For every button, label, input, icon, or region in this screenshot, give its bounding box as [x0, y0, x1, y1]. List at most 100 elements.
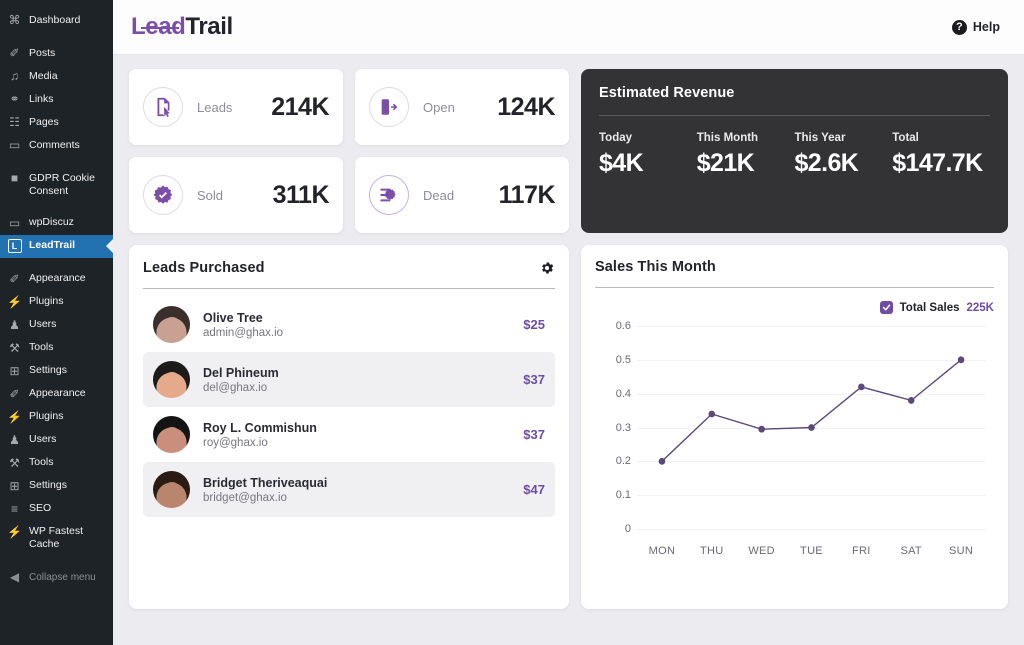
sidebar-item-users[interactable]: ♟ Users: [0, 314, 113, 337]
total-sales-checkbox[interactable]: [879, 301, 893, 314]
y-axis-tick-label: 0.4: [615, 387, 631, 400]
y-axis-tick-label: 0.2: [615, 455, 631, 468]
revenue-metrics: Today $4K This Month $21K This Year $2.6K Tota…: [599, 132, 990, 178]
sidebar-item-leadtrail[interactable]: L LeadTrail: [0, 234, 113, 258]
sidebar-item-comments[interactable]: ▭ Comments: [0, 134, 113, 157]
avatar: [153, 361, 190, 398]
y-axis-tick-label: 0.1: [615, 489, 631, 502]
lead-info: Del Phineum del@ghax.io: [203, 366, 279, 394]
lead-price: $37: [523, 427, 545, 442]
sidebar-item-settings[interactable]: ⊞ Settings: [0, 475, 113, 498]
sidebar-item-appearance[interactable]: ✐ Appearance: [0, 383, 113, 406]
avatar: [153, 306, 190, 343]
sales-line-chart[interactable]: 0.6 0.5 0.4 0.3 0.2 0.1 0 MON THU WED TUE FRI SAT SUN: [595, 320, 994, 570]
sidebar-item-links[interactable]: ⚭ Links: [0, 88, 113, 111]
stat-card-sold[interactable]: Sold 311K: [129, 157, 343, 233]
legend-value: 225K: [966, 301, 995, 314]
sidebar-item-dashboard[interactable]: ⌘ Dashboard: [0, 9, 113, 32]
lead-name: Bridget Theriveaquai: [203, 475, 328, 490]
lead-row[interactable]: Roy L. Commishun roy@ghax.io $37: [143, 407, 555, 462]
sidebar-item-label: Pages: [29, 115, 59, 128]
lead-email: del@ghax.io: [203, 381, 268, 394]
sidebar-item-media[interactable]: ♫ Media: [0, 65, 113, 88]
chart-plot-area: 0.6 0.5 0.4 0.3 0.2 0.1 0 MON THU WED TUE FRI SAT SUN: [616, 320, 986, 557]
lead-row[interactable]: Olive Tree admin@ghax.io $25: [143, 297, 555, 352]
wordpress-admin-sidebar[interactable]: ⌘ Dashboard ✐ Posts ♫ Media ⚭ Links ☷ Pages ▭ Comme…: [0, 0, 113, 645]
help-button[interactable]: ? Help: [951, 19, 1000, 35]
lead-info: Olive Tree admin@ghax.io: [203, 311, 283, 339]
sales-this-month-title: Sales This Month: [595, 259, 716, 275]
sidebar-item-wpdiscuz[interactable]: ▭ wpDiscuz: [0, 212, 113, 235]
data-point[interactable]: [858, 383, 865, 391]
sidebar-item-tools[interactable]: ⚒ Tools: [0, 452, 113, 475]
divider: [595, 287, 994, 288]
sidebar-item-label: Posts: [29, 46, 56, 59]
data-point[interactable]: [708, 410, 716, 418]
sidebar-item-plugins[interactable]: ⚡ Plugins: [0, 406, 113, 429]
sidebar-item-posts[interactable]: ✐ Posts: [0, 42, 113, 65]
sidebar-item-label: WP Fastest Cache: [29, 525, 84, 550]
tools-icon: ⚒: [9, 340, 20, 355]
sidebar-item-label: Comments: [29, 138, 80, 151]
sidebar-item-label: Media: [29, 69, 58, 82]
brush-icon: ✐: [9, 386, 20, 401]
lead-name: Roy L. Commishun: [203, 420, 317, 435]
stat-label: Dead: [423, 187, 455, 203]
x-axis-tick-label: TUE: [800, 545, 823, 557]
stat-value: 311K: [272, 180, 330, 209]
collapse-menu-button[interactable]: ◀ Collapse menu: [0, 566, 113, 589]
sidebar-item-wp-fastest-cache[interactable]: ⚡ WP Fastest Cache: [0, 521, 113, 556]
data-point[interactable]: [957, 356, 965, 364]
data-point[interactable]: [658, 457, 666, 465]
document-cursor-icon: [143, 87, 183, 127]
data-point[interactable]: [808, 424, 815, 431]
sidebar-item-pages[interactable]: ☷ Pages: [0, 111, 113, 134]
lead-email: roy@ghax.io: [203, 436, 268, 449]
sidebar-item-label: Dashboard: [29, 13, 81, 26]
media-icon: ♫: [10, 69, 19, 83]
settings-icon: ⊞: [9, 363, 20, 378]
y-axis-tick-label: 0.6: [615, 320, 631, 332]
list-remove-icon: [369, 175, 409, 215]
sidebar-item-plugins[interactable]: ⚡ Plugins: [0, 291, 113, 314]
stat-label: Sold: [197, 187, 224, 203]
lead-row[interactable]: Del Phineum del@ghax.io $37: [143, 352, 555, 407]
data-point[interactable]: [907, 397, 915, 404]
lead-row[interactable]: Bridget Theriveaquai bridget@ghax.io $47: [143, 462, 555, 517]
gear-icon[interactable]: [538, 259, 555, 276]
sidebar-item-tools[interactable]: ⚒ Tools: [0, 337, 113, 360]
help-label: Help: [972, 20, 1000, 34]
lock-icon: ■: [10, 171, 19, 185]
revenue-metric: This Year $2.6K: [795, 132, 893, 178]
brush-icon: ✐: [9, 271, 20, 286]
stat-card-leads[interactable]: Leads 214K: [129, 69, 343, 145]
sidebar-item-label: Plugins: [29, 410, 64, 422]
lead-name: Olive Tree: [203, 310, 263, 325]
stat-label: Leads: [197, 99, 233, 115]
stat-card-open[interactable]: Open 124K: [355, 69, 569, 145]
sidebar-item-appearance[interactable]: ✐ Appearance: [0, 268, 113, 291]
data-point[interactable]: [758, 425, 765, 433]
plug-icon: ⚡: [7, 409, 22, 424]
lead-email: bridget@ghax.io: [203, 491, 287, 504]
comment-icon: ▭: [8, 215, 21, 230]
stat-card-dead[interactable]: Dead 117K: [355, 157, 569, 233]
stat-value: 214K: [271, 92, 329, 121]
gridline: [637, 529, 986, 530]
app-root: ⌘ Dashboard ✐ Posts ♫ Media ⚭ Links ☷ Pages ▭ Comme…: [0, 0, 1024, 645]
sidebar-item-gdpr-cookie-consent[interactable]: ■ GDPR Cookie Consent: [0, 167, 113, 202]
revenue-metric-value: $4K: [599, 149, 644, 177]
sidebar-item-settings[interactable]: ⊞ Settings: [0, 360, 113, 383]
seo-icon: ≡: [10, 501, 18, 516]
open-door-icon: [369, 87, 409, 127]
x-axis-tick-label: FRI: [852, 545, 871, 557]
stat-card-grid: Leads 214K Open 124K Sold 311K Dead 117K: [129, 69, 569, 233]
y-axis-tick-label: 0.5: [615, 353, 631, 366]
dashboard-content: Leads 214K Open 124K Sold 311K Dead 117K Estima…: [113, 55, 1024, 609]
x-axis-tick-label: SUN: [949, 545, 974, 557]
verified-badge-icon: [143, 175, 183, 215]
stat-label: Open: [423, 99, 455, 115]
sidebar-item-users[interactable]: ♟ Users: [0, 429, 113, 452]
sidebar-item-seo[interactable]: ≡ SEO: [0, 498, 113, 521]
y-axis-tick-label: 0.3: [615, 421, 631, 434]
